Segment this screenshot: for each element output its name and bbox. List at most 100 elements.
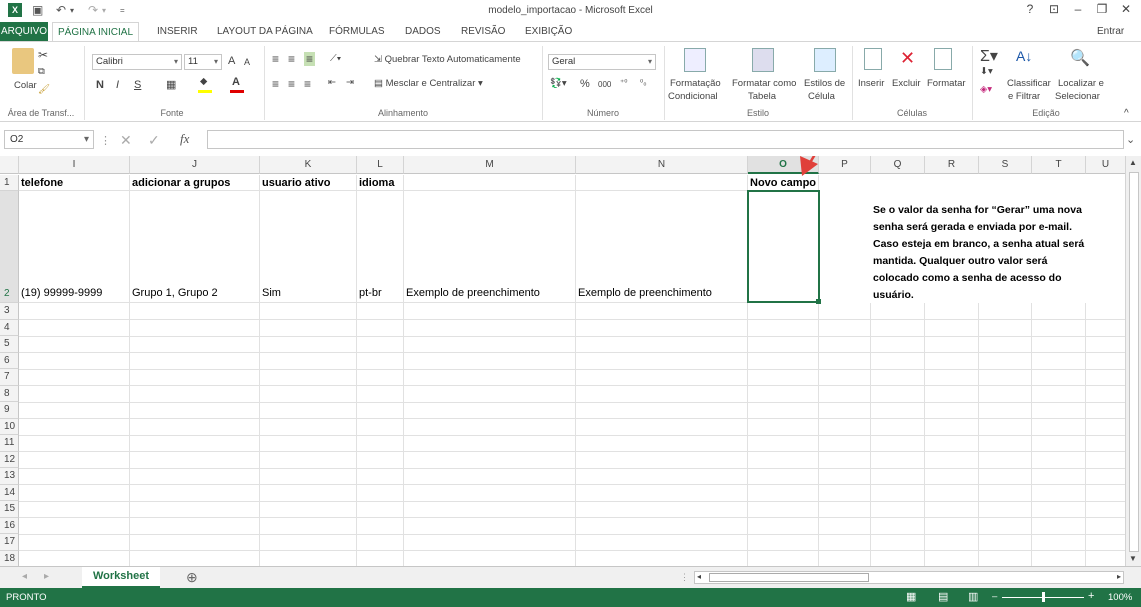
restore-icon[interactable]: ❐ xyxy=(1092,2,1112,16)
cell-n1[interactable] xyxy=(576,175,748,191)
page-break-view-icon[interactable]: ▥ xyxy=(968,590,978,603)
formula-input[interactable] xyxy=(207,130,1124,149)
cell-styles-label-2[interactable]: Célula xyxy=(808,91,835,102)
row-header-11[interactable]: 11 xyxy=(0,435,19,452)
align-right-icon[interactable]: ≡ xyxy=(304,77,311,91)
sign-in-link[interactable]: Entrar xyxy=(1092,22,1129,41)
name-box[interactable]: O2 ▾ xyxy=(4,130,94,149)
enter-icon[interactable]: ✓ xyxy=(148,132,160,149)
cut-icon[interactable]: ✂ xyxy=(38,48,48,62)
conditional-format-icon[interactable] xyxy=(684,48,706,72)
tab-exibicao[interactable]: EXIBIÇÃO xyxy=(520,22,577,41)
add-sheet-icon[interactable]: ⊕ xyxy=(186,569,198,586)
row-header-14[interactable]: 14 xyxy=(0,484,19,501)
increase-indent-icon[interactable]: ⇥ xyxy=(346,77,354,88)
horizontal-scrollbar[interactable]: ◂ ▸ xyxy=(694,571,1124,584)
insert-function-icon[interactable]: fx xyxy=(180,131,189,147)
tab-arquivo[interactable]: ARQUIVO xyxy=(0,22,48,41)
scroll-left-icon[interactable]: ◂ xyxy=(697,572,701,581)
cell-n2[interactable]: Exemplo de preenchimento xyxy=(576,191,748,303)
wrap-text-button[interactable]: ⇲ Quebrar Texto Automaticamente xyxy=(374,54,521,65)
column-header-i[interactable]: I xyxy=(19,156,130,174)
format-table-icon[interactable] xyxy=(752,48,774,72)
cell-k2[interactable]: Sim xyxy=(260,191,357,303)
zoom-out-icon[interactable]: – xyxy=(992,591,997,602)
tab-pagina-inicial[interactable]: PÁGINA INICIAL xyxy=(52,22,140,42)
format-cells-label[interactable]: Formatar xyxy=(927,78,966,89)
find-select-label-2[interactable]: Selecionar xyxy=(1055,91,1100,102)
next-sheet-icon[interactable]: ▸ xyxy=(44,571,49,582)
column-header-s[interactable]: S xyxy=(979,156,1032,174)
row-header-13[interactable]: 13 xyxy=(0,468,19,485)
fill-icon[interactable]: ⬇▾ xyxy=(980,66,993,77)
italic-button[interactable]: I xyxy=(116,79,119,91)
currency-icon[interactable]: 💱▾ xyxy=(550,78,567,89)
format-painter-icon[interactable]: 🖌 xyxy=(38,84,50,95)
column-header-k[interactable]: K xyxy=(260,156,357,174)
row-header-1[interactable]: 1 xyxy=(0,175,19,191)
zoom-in-icon[interactable]: + xyxy=(1088,590,1094,602)
underline-button[interactable]: S xyxy=(134,79,141,91)
format-table-label-2[interactable]: Tabela xyxy=(748,91,776,102)
zoom-slider-thumb[interactable] xyxy=(1042,592,1045,602)
scroll-thumb[interactable] xyxy=(1129,172,1139,552)
cell-j2[interactable]: Grupo 1, Grupo 2 xyxy=(130,191,260,303)
find-icon[interactable]: 🔍 xyxy=(1070,48,1090,68)
fill-bucket-icon[interactable]: ◆ xyxy=(200,76,207,87)
row-header-4[interactable]: 4 xyxy=(0,319,19,336)
select-all-corner[interactable] xyxy=(0,156,19,174)
copy-icon[interactable]: ⧉ xyxy=(38,66,45,77)
format-cells-icon[interactable] xyxy=(934,48,952,70)
font-color-icon[interactable]: A xyxy=(232,76,240,88)
cell-l1[interactable]: idioma xyxy=(357,175,404,191)
grow-font-button[interactable]: A xyxy=(228,55,235,67)
row-header-16[interactable]: 16 xyxy=(0,517,19,534)
clear-icon[interactable]: ◈▾ xyxy=(980,84,992,95)
row-header-12[interactable]: 12 xyxy=(0,451,19,468)
collapse-ribbon-icon[interactable]: ^ xyxy=(1124,108,1129,119)
column-header-l[interactable]: L xyxy=(357,156,404,174)
help-icon[interactable]: ? xyxy=(1020,2,1040,16)
row-header-15[interactable]: 15 xyxy=(0,501,19,518)
row-header-7[interactable]: 7 xyxy=(0,369,19,386)
align-left-icon[interactable]: ≡ xyxy=(272,77,279,91)
tab-formulas[interactable]: FÓRMULAS xyxy=(324,22,390,41)
expand-formula-bar-icon[interactable]: ⌄ xyxy=(1126,133,1135,146)
font-name-combo[interactable]: Calibri ▾ xyxy=(92,54,182,70)
page-layout-view-icon[interactable]: ▤ xyxy=(938,590,948,603)
row-header-6[interactable]: 6 xyxy=(0,352,19,369)
column-header-r[interactable]: R xyxy=(925,156,979,174)
bold-button[interactable]: N xyxy=(96,79,104,91)
fill-handle[interactable] xyxy=(816,299,821,304)
row-header-3[interactable]: 3 xyxy=(0,303,19,320)
tab-split-handle[interactable]: ⋮ xyxy=(680,572,689,583)
sort-filter-label-2[interactable]: e Filtrar xyxy=(1008,91,1040,102)
insert-cells-icon[interactable] xyxy=(864,48,882,70)
scroll-right-icon[interactable]: ▸ xyxy=(1117,572,1121,581)
column-header-n[interactable]: N xyxy=(576,156,748,174)
align-center-icon[interactable]: ≡ xyxy=(288,77,295,91)
number-format-combo[interactable]: Geral ▾ xyxy=(548,54,656,70)
percent-button[interactable]: % xyxy=(580,78,590,90)
cell-j1[interactable]: adicionar a grupos xyxy=(130,175,260,191)
orientation-icon[interactable]: ⟋▾ xyxy=(330,53,341,64)
align-bottom-icon[interactable]: ≡ xyxy=(304,52,316,66)
merge-center-button[interactable]: ▤ Mesclar e Centralizar ▾ xyxy=(374,78,483,89)
tab-inserir[interactable]: INSERIR xyxy=(152,22,203,41)
cell-k1[interactable]: usuario ativo xyxy=(260,175,357,191)
sort-filter-icon[interactable]: A↓ xyxy=(1016,48,1032,64)
row-header-10[interactable]: 10 xyxy=(0,418,19,435)
column-header-m[interactable]: M xyxy=(404,156,576,174)
cell-i1[interactable]: telefone xyxy=(19,175,130,191)
find-select-label[interactable]: Localizar e xyxy=(1058,78,1104,89)
font-size-combo[interactable]: 11 ▾ xyxy=(184,54,222,70)
increase-decimal-icon[interactable]: ⁺⁰ xyxy=(620,78,627,87)
cancel-icon[interactable]: ✕ xyxy=(120,132,132,149)
delete-cells-label[interactable]: Excluir xyxy=(892,78,921,89)
tab-dados[interactable]: DADOS xyxy=(400,22,446,41)
cell-m1[interactable] xyxy=(404,175,576,191)
column-header-j[interactable]: J xyxy=(130,156,260,174)
cell-o2-selected[interactable] xyxy=(747,190,820,303)
decrease-decimal-icon[interactable]: ⁰₀ xyxy=(640,78,647,87)
delete-cells-icon[interactable]: ✕ xyxy=(900,48,915,69)
